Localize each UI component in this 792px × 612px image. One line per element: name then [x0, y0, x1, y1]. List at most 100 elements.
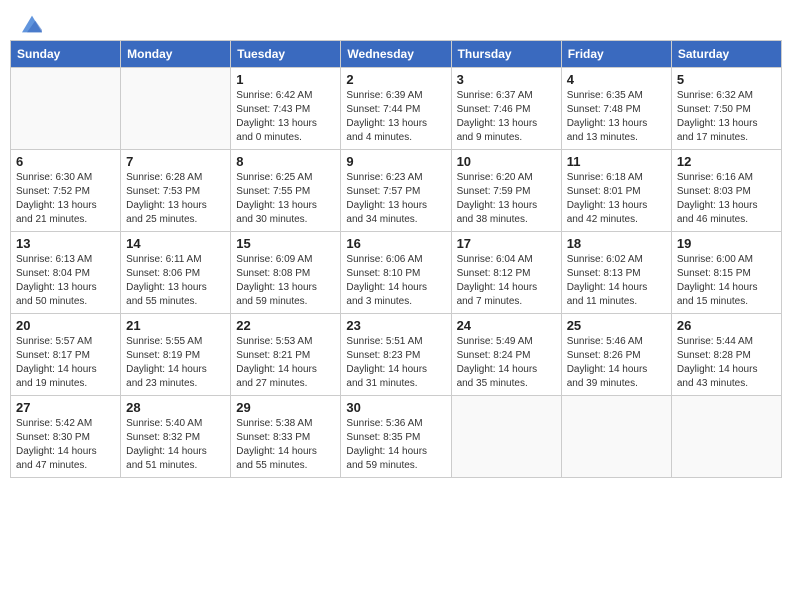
day-number: 19: [677, 236, 776, 251]
day-number: 10: [457, 154, 556, 169]
day-number: 17: [457, 236, 556, 251]
week-row-3: 13 Sunrise: 6:13 AM Sunset: 8:04 PM Dayli…: [11, 232, 782, 314]
logo-icon: [22, 14, 42, 34]
day-number: 5: [677, 72, 776, 87]
day-info: Sunrise: 5:36 AM Sunset: 8:35 PM Dayligh…: [346, 417, 445, 473]
day-info: Sunrise: 5:38 AM Sunset: 8:33 PM Dayligh…: [236, 417, 335, 473]
day-number: 1: [236, 72, 335, 87]
week-row-4: 20 Sunrise: 5:57 AM Sunset: 8:17 PM Dayli…: [11, 314, 782, 396]
week-row-2: 6Sunrise: 6:30 AM Sunset: 7:52 PM Daylig…: [11, 150, 782, 232]
calendar-cell: 2Sunrise: 6:39 AM Sunset: 7:44 PM Daylig…: [341, 68, 451, 150]
day-info: Sunrise: 6:37 AM Sunset: 7:46 PM Dayligh…: [457, 89, 556, 145]
calendar-cell: [11, 68, 121, 150]
day-number: 27: [16, 400, 115, 415]
week-row-1: 1Sunrise: 6:42 AM Sunset: 7:43 PM Daylig…: [11, 68, 782, 150]
calendar-cell: 6Sunrise: 6:30 AM Sunset: 7:52 PM Daylig…: [11, 150, 121, 232]
day-number: 15: [236, 236, 335, 251]
weekday-header-row: SundayMondayTuesdayWednesdayThursdayFrid…: [11, 41, 782, 68]
day-info: Sunrise: 6:32 AM Sunset: 7:50 PM Dayligh…: [677, 89, 776, 145]
day-info: Sunrise: 6:11 AM Sunset: 8:06 PM Dayligh…: [126, 253, 225, 309]
day-number: 22: [236, 318, 335, 333]
calendar-cell: 5 Sunrise: 6:32 AM Sunset: 7:50 PM Daylig…: [671, 68, 781, 150]
day-info: Sunrise: 6:16 AM Sunset: 8:03 PM Dayligh…: [677, 171, 776, 227]
calendar-cell: 24 Sunrise: 5:49 AM Sunset: 8:24 PM Dayli…: [451, 314, 561, 396]
calendar-cell: 27 Sunrise: 5:42 AM Sunset: 8:30 PM Dayli…: [11, 396, 121, 478]
calendar-cell: [671, 396, 781, 478]
day-number: 11: [567, 154, 666, 169]
calendar-cell: 12Sunrise: 6:16 AM Sunset: 8:03 PM Dayli…: [671, 150, 781, 232]
day-info: Sunrise: 5:44 AM Sunset: 8:28 PM Dayligh…: [677, 335, 776, 391]
day-info: Sunrise: 6:09 AM Sunset: 8:08 PM Dayligh…: [236, 253, 335, 309]
day-number: 24: [457, 318, 556, 333]
weekday-header-sunday: Sunday: [11, 41, 121, 68]
calendar-cell: 9Sunrise: 6:23 AM Sunset: 7:57 PM Daylig…: [341, 150, 451, 232]
day-number: 28: [126, 400, 225, 415]
calendar-cell: 18 Sunrise: 6:02 AM Sunset: 8:13 PM Dayli…: [561, 232, 671, 314]
day-info: Sunrise: 5:57 AM Sunset: 8:17 PM Dayligh…: [16, 335, 115, 391]
calendar-cell: 4 Sunrise: 6:35 AM Sunset: 7:48 PM Daylig…: [561, 68, 671, 150]
calendar-cell: 25 Sunrise: 5:46 AM Sunset: 8:26 PM Dayli…: [561, 314, 671, 396]
day-info: Sunrise: 6:25 AM Sunset: 7:55 PM Dayligh…: [236, 171, 335, 227]
calendar-cell: 15 Sunrise: 6:09 AM Sunset: 8:08 PM Dayli…: [231, 232, 341, 314]
calendar-cell: 19 Sunrise: 6:00 AM Sunset: 8:15 PM Dayli…: [671, 232, 781, 314]
calendar-cell: 28 Sunrise: 5:40 AM Sunset: 8:32 PM Dayli…: [121, 396, 231, 478]
day-number: 14: [126, 236, 225, 251]
day-info: Sunrise: 6:28 AM Sunset: 7:53 PM Dayligh…: [126, 171, 225, 227]
day-info: Sunrise: 6:39 AM Sunset: 7:44 PM Dayligh…: [346, 89, 445, 145]
calendar-cell: 29 Sunrise: 5:38 AM Sunset: 8:33 PM Dayli…: [231, 396, 341, 478]
day-number: 29: [236, 400, 335, 415]
calendar-cell: 8 Sunrise: 6:25 AM Sunset: 7:55 PM Daylig…: [231, 150, 341, 232]
day-info: Sunrise: 5:42 AM Sunset: 8:30 PM Dayligh…: [16, 417, 115, 473]
day-info: Sunrise: 5:51 AM Sunset: 8:23 PM Dayligh…: [346, 335, 445, 391]
day-number: 20: [16, 318, 115, 333]
calendar-cell: 16 Sunrise: 6:06 AM Sunset: 8:10 PM Dayli…: [341, 232, 451, 314]
day-info: Sunrise: 6:02 AM Sunset: 8:13 PM Dayligh…: [567, 253, 666, 309]
logo: [18, 14, 42, 30]
day-info: Sunrise: 5:46 AM Sunset: 8:26 PM Dayligh…: [567, 335, 666, 391]
day-number: 16: [346, 236, 445, 251]
calendar-cell: 17 Sunrise: 6:04 AM Sunset: 8:12 PM Dayli…: [451, 232, 561, 314]
calendar-table: SundayMondayTuesdayWednesdayThursdayFrid…: [10, 40, 782, 478]
day-info: Sunrise: 5:49 AM Sunset: 8:24 PM Dayligh…: [457, 335, 556, 391]
day-number: 18: [567, 236, 666, 251]
day-info: Sunrise: 6:18 AM Sunset: 8:01 PM Dayligh…: [567, 171, 666, 227]
day-number: 8: [236, 154, 335, 169]
day-info: Sunrise: 6:35 AM Sunset: 7:48 PM Dayligh…: [567, 89, 666, 145]
calendar-cell: 22 Sunrise: 5:53 AM Sunset: 8:21 PM Dayli…: [231, 314, 341, 396]
calendar-cell: 23 Sunrise: 5:51 AM Sunset: 8:23 PM Dayli…: [341, 314, 451, 396]
page-header: [10, 10, 782, 34]
day-number: 6: [16, 154, 115, 169]
calendar-cell: 13 Sunrise: 6:13 AM Sunset: 8:04 PM Dayli…: [11, 232, 121, 314]
day-info: Sunrise: 6:00 AM Sunset: 8:15 PM Dayligh…: [677, 253, 776, 309]
day-info: Sunrise: 6:20 AM Sunset: 7:59 PM Dayligh…: [457, 171, 556, 227]
day-info: Sunrise: 6:04 AM Sunset: 8:12 PM Dayligh…: [457, 253, 556, 309]
day-info: Sunrise: 5:53 AM Sunset: 8:21 PM Dayligh…: [236, 335, 335, 391]
day-number: 21: [126, 318, 225, 333]
day-number: 23: [346, 318, 445, 333]
calendar-cell: 14 Sunrise: 6:11 AM Sunset: 8:06 PM Dayli…: [121, 232, 231, 314]
day-info: Sunrise: 6:13 AM Sunset: 8:04 PM Dayligh…: [16, 253, 115, 309]
weekday-header-friday: Friday: [561, 41, 671, 68]
weekday-header-wednesday: Wednesday: [341, 41, 451, 68]
day-info: Sunrise: 6:06 AM Sunset: 8:10 PM Dayligh…: [346, 253, 445, 309]
calendar-cell: [561, 396, 671, 478]
week-row-5: 27 Sunrise: 5:42 AM Sunset: 8:30 PM Dayli…: [11, 396, 782, 478]
calendar-cell: 30Sunrise: 5:36 AM Sunset: 8:35 PM Dayli…: [341, 396, 451, 478]
calendar-cell: 20 Sunrise: 5:57 AM Sunset: 8:17 PM Dayli…: [11, 314, 121, 396]
weekday-header-tuesday: Tuesday: [231, 41, 341, 68]
day-info: Sunrise: 5:55 AM Sunset: 8:19 PM Dayligh…: [126, 335, 225, 391]
calendar-cell: 26Sunrise: 5:44 AM Sunset: 8:28 PM Dayli…: [671, 314, 781, 396]
calendar-cell: 3 Sunrise: 6:37 AM Sunset: 7:46 PM Daylig…: [451, 68, 561, 150]
calendar-cell: 10 Sunrise: 6:20 AM Sunset: 7:59 PM Dayli…: [451, 150, 561, 232]
calendar-cell: 1Sunrise: 6:42 AM Sunset: 7:43 PM Daylig…: [231, 68, 341, 150]
day-number: 3: [457, 72, 556, 87]
day-number: 25: [567, 318, 666, 333]
calendar-cell: 11 Sunrise: 6:18 AM Sunset: 8:01 PM Dayli…: [561, 150, 671, 232]
day-info: Sunrise: 6:23 AM Sunset: 7:57 PM Dayligh…: [346, 171, 445, 227]
day-number: 7: [126, 154, 225, 169]
day-number: 4: [567, 72, 666, 87]
day-info: Sunrise: 5:40 AM Sunset: 8:32 PM Dayligh…: [126, 417, 225, 473]
day-number: 13: [16, 236, 115, 251]
calendar-cell: 7 Sunrise: 6:28 AM Sunset: 7:53 PM Daylig…: [121, 150, 231, 232]
weekday-header-saturday: Saturday: [671, 41, 781, 68]
